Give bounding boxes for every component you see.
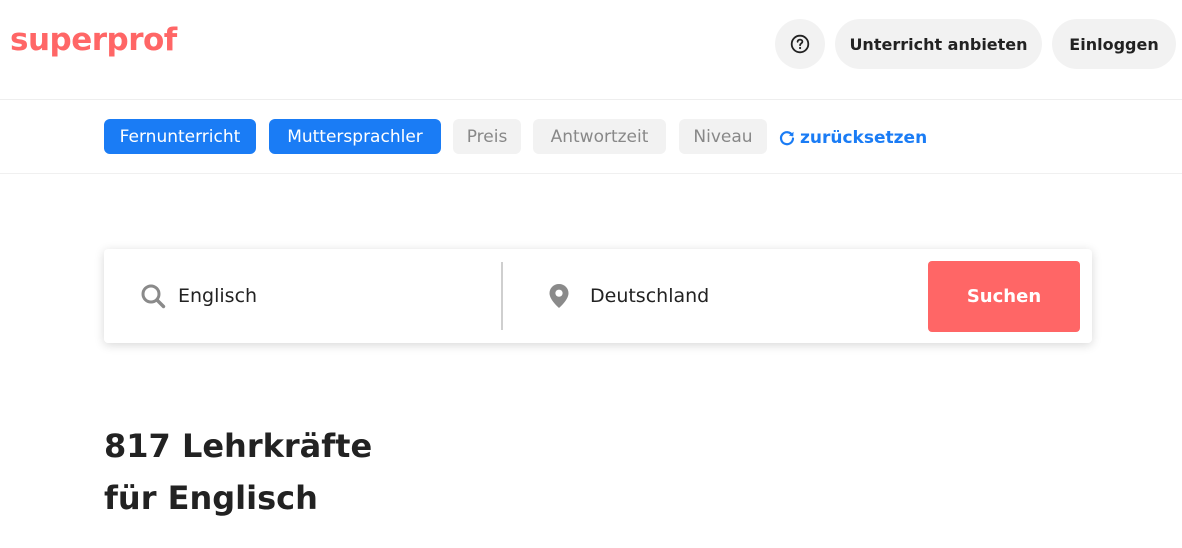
- question-circle-icon: [790, 34, 810, 54]
- refresh-icon: [779, 131, 795, 146]
- results-count-line: 817 Lehrkräfte: [104, 427, 373, 465]
- site-header: superprof Unterricht anbieten Einloggen: [0, 0, 1182, 100]
- subject-input[interactable]: [178, 285, 478, 307]
- location-pin-icon: [549, 284, 569, 308]
- filter-bar: Fernunterricht Muttersprachler Preis Ant…: [0, 100, 1182, 174]
- filter-chip-price[interactable]: Preis: [453, 119, 521, 154]
- search-box: Suchen: [104, 249, 1092, 343]
- offer-lessons-button[interactable]: Unterricht anbieten: [835, 19, 1042, 69]
- search-button[interactable]: Suchen: [928, 261, 1080, 332]
- location-field[interactable]: [548, 249, 908, 343]
- filter-chip-level[interactable]: Niveau: [679, 119, 767, 154]
- reset-filters-link[interactable]: zurücksetzen: [778, 127, 927, 149]
- search-icon: [141, 284, 166, 309]
- login-button[interactable]: Einloggen: [1052, 19, 1176, 69]
- superprof-logo[interactable]: superprof: [10, 22, 177, 58]
- filter-chip-native-speaker[interactable]: Muttersprachler: [269, 119, 441, 154]
- help-button[interactable]: [775, 19, 825, 69]
- filter-chip-response-time[interactable]: Antwortzeit: [533, 119, 666, 154]
- results-subject-line: für Englisch: [104, 479, 318, 517]
- search-divider: [501, 262, 503, 330]
- results-heading: 817 Lehrkräfte für Englisch: [104, 420, 704, 524]
- location-input[interactable]: [590, 285, 890, 307]
- filter-chip-remote[interactable]: Fernunterricht: [104, 119, 256, 154]
- subject-field[interactable]: [140, 249, 480, 343]
- reset-label: zurücksetzen: [800, 128, 928, 148]
